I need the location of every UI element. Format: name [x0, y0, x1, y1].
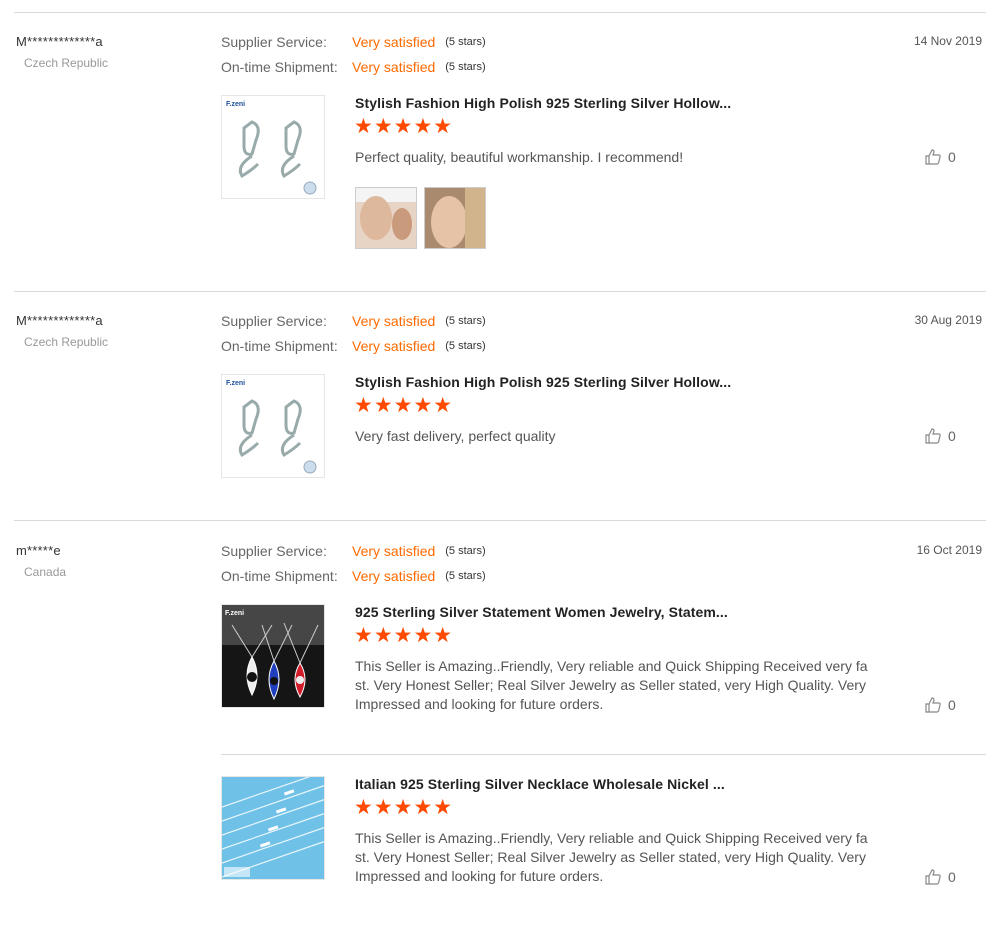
supplier-service-stars: (5 stars): [445, 545, 486, 557]
buyer-info: m*****e Canada: [16, 543, 66, 579]
item-separator: [221, 754, 986, 755]
feedback-text: This Seller is Amazing..Friendly, Very r…: [355, 658, 868, 712]
ontime-shipment-stars: (5 stars): [445, 570, 486, 582]
review-photo[interactable]: [424, 187, 486, 249]
thumbs-up-icon: [925, 149, 941, 165]
star-rating: ★★★★★: [354, 394, 454, 417]
earring-product-image: F.zeni: [222, 96, 324, 198]
ontime-shipment-value: Very satisfied: [352, 59, 436, 75]
review-date: 16 Oct 2019: [916, 543, 982, 557]
ontime-shipment-stars: (5 stars): [445, 61, 486, 73]
supplier-service-label: Supplier Service:: [221, 34, 327, 50]
customer-photo-face: [425, 188, 485, 248]
supplier-service-label: Supplier Service:: [221, 313, 327, 329]
supplier-service-stars: (5 stars): [445, 36, 486, 48]
product-thumbnail[interactable]: [221, 776, 325, 880]
necklace-product-image: [222, 777, 324, 879]
ontime-shipment-row: On-time Shipment: Very satisfied (5 star…: [221, 55, 486, 80]
ontime-shipment-row: On-time Shipment: Very satisfied (5 star…: [221, 334, 486, 359]
buyer-info: M*************a Czech Republic: [16, 313, 108, 349]
supplier-service-label: Supplier Service:: [221, 543, 327, 559]
supplier-service-row: Supplier Service: Very satisfied (5 star…: [221, 30, 486, 55]
product-title[interactable]: Italian 925 Sterling Silver Necklace Who…: [355, 776, 725, 792]
earring-product-image: F.zeni: [222, 375, 324, 477]
like-count: 0: [948, 869, 956, 885]
ontime-shipment-label: On-time Shipment:: [221, 59, 338, 75]
like-button[interactable]: 0: [924, 427, 956, 445]
seller-ratings: Supplier Service: Very satisfied (5 star…: [221, 539, 486, 589]
supplier-service-value: Very satisfied: [352, 543, 436, 559]
feedback-text: This Seller is Amazing..Friendly, Very r…: [355, 830, 868, 884]
ontime-shipment-label: On-time Shipment:: [221, 338, 338, 354]
review-photos: [355, 187, 486, 249]
like-button[interactable]: 0: [924, 148, 956, 166]
feedback-text: Perfect quality, beautiful workmanship. …: [355, 149, 684, 165]
star-rating: ★★★★★: [354, 796, 454, 819]
thumbs-up-icon: [925, 869, 941, 885]
ontime-shipment-row: On-time Shipment: Very satisfied (5 star…: [221, 564, 486, 589]
ontime-shipment-value: Very satisfied: [352, 338, 436, 354]
seller-ratings: Supplier Service: Very satisfied (5 star…: [221, 30, 486, 80]
separator: [14, 520, 986, 521]
separator: [14, 291, 986, 292]
supplier-service-value: Very satisfied: [352, 34, 436, 50]
like-count: 0: [948, 428, 956, 444]
supplier-service-row: Supplier Service: Very satisfied (5 star…: [221, 539, 486, 564]
review-date: 30 Aug 2019: [914, 313, 982, 327]
thumbs-up-icon: [925, 428, 941, 444]
feedback-page: M*************a Czech Republic Supplier …: [0, 0, 1000, 944]
thumbs-up-icon: [925, 697, 941, 713]
buyer-name: m*****e: [16, 543, 61, 558]
supplier-service-stars: (5 stars): [445, 315, 486, 327]
customer-photo-ear: [356, 188, 416, 248]
star-rating: ★★★★★: [354, 624, 454, 647]
product-thumbnail[interactable]: F.zeni: [221, 374, 325, 478]
thumb-brand: F.zeni: [226, 101, 245, 108]
ontime-shipment-label: On-time Shipment:: [221, 568, 338, 584]
like-count: 0: [948, 697, 956, 713]
star-rating: ★★★★★: [354, 115, 454, 138]
separator: [14, 12, 986, 13]
buyer-info: M*************a Czech Republic: [16, 34, 108, 70]
like-count: 0: [948, 149, 956, 165]
product-title[interactable]: 925 Sterling Silver Statement Women Jewe…: [355, 604, 728, 620]
buyer-name: M*************a: [16, 313, 103, 328]
buyer-country: Czech Republic: [24, 56, 109, 70]
seller-ratings: Supplier Service: Very satisfied (5 star…: [221, 309, 486, 359]
buyer-country: Czech Republic: [24, 335, 109, 349]
product-title[interactable]: Stylish Fashion High Polish 925 Sterling…: [355, 374, 731, 390]
product-thumbnail[interactable]: F.zeni: [221, 95, 325, 199]
product-thumbnail[interactable]: F.zeni: [221, 604, 325, 708]
thumb-brand: F.zeni: [226, 380, 245, 387]
like-button[interactable]: 0: [924, 696, 956, 714]
ontime-shipment-value: Very satisfied: [352, 568, 436, 584]
supplier-service-value: Very satisfied: [352, 313, 436, 329]
pendant-product-image: F.zeni: [222, 605, 324, 707]
like-button[interactable]: 0: [924, 868, 956, 886]
ontime-shipment-stars: (5 stars): [445, 340, 486, 352]
thumb-brand: F.zeni: [225, 610, 244, 617]
feedback-text: Very fast delivery, perfect quality: [355, 428, 556, 444]
supplier-service-row: Supplier Service: Very satisfied (5 star…: [221, 309, 486, 334]
review-date: 14 Nov 2019: [913, 34, 982, 48]
buyer-name: M*************a: [16, 34, 103, 49]
review-photo[interactable]: [355, 187, 417, 249]
product-title[interactable]: Stylish Fashion High Polish 925 Sterling…: [355, 95, 731, 111]
buyer-country: Canada: [24, 565, 67, 579]
